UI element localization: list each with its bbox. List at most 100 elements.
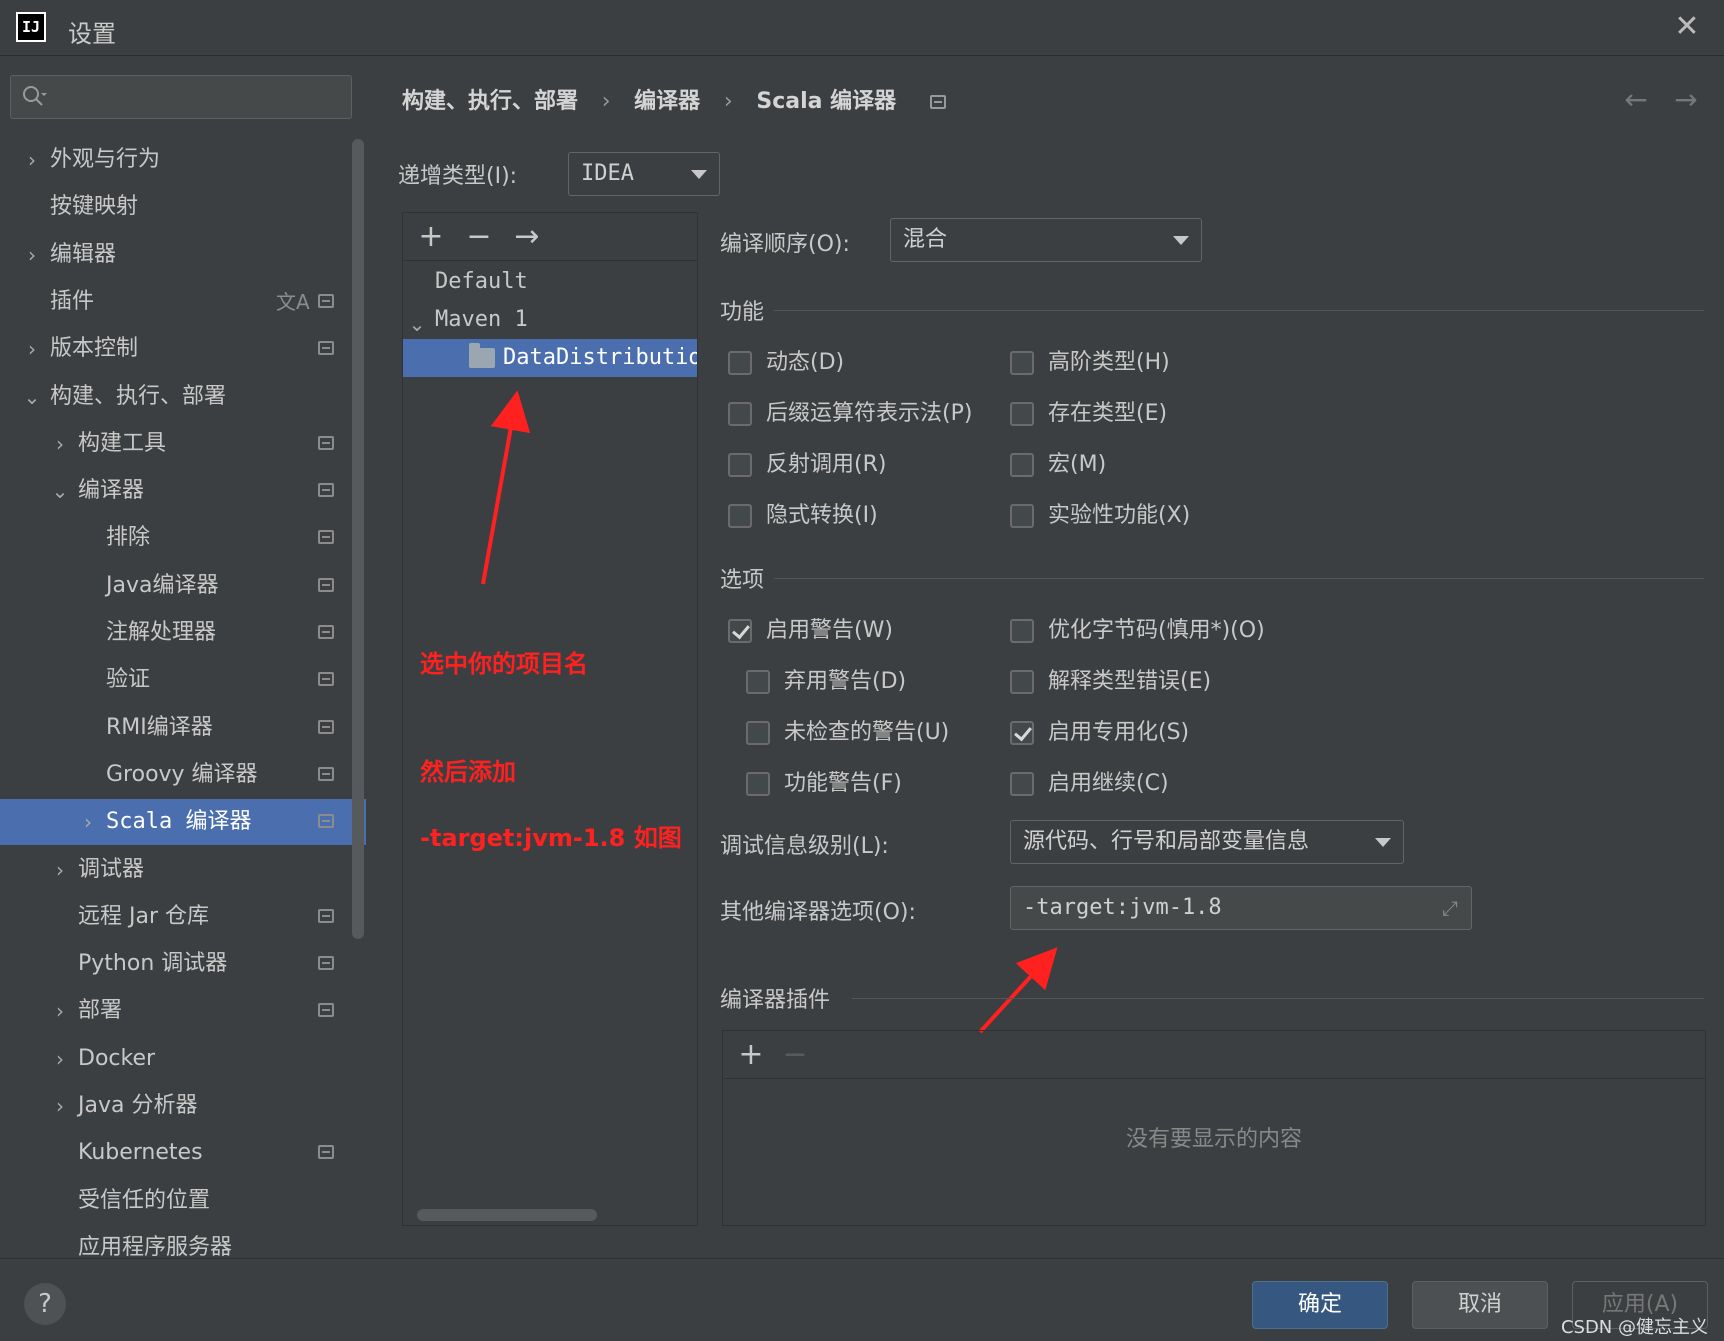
sidebar-item-build-execution-deployment[interactable]: ⌄ 构建、执行、部署 [0,374,366,420]
checkbox-unchecked-icon[interactable] [728,453,752,477]
back-arrow-icon[interactable]: ← [1618,82,1654,118]
feature-checkbox-5[interactable]: 宏(M) [1010,448,1106,482]
close-icon[interactable]: ✕ [1670,10,1704,44]
chevron-right-icon[interactable]: › [20,232,44,278]
checkbox-unchecked-icon[interactable] [1010,670,1034,694]
compile-order-dropdown[interactable]: 混合 [890,218,1202,262]
sidebar-item-kubernetes[interactable]: Kubernetes [0,1130,366,1176]
chevron-right-icon[interactable]: › [48,847,72,893]
add-plugin-button[interactable]: + [733,1037,769,1073]
expand-icon[interactable]: ⤢ [1439,897,1461,919]
forward-arrow-icon[interactable]: → [1668,82,1704,118]
option-checkbox-0[interactable]: 启用警告(W) [728,614,893,648]
profile-maven-1[interactable]: ⌄ Maven 1 [403,301,697,339]
sidebar-item-build-tools[interactable]: › 构建工具 [0,421,366,467]
incremental-type-dropdown[interactable]: IDEA [568,152,720,196]
feature-checkbox-2[interactable]: 后缀运算符表示法(P) [728,397,972,431]
option-checkbox-1[interactable]: 优化字节码(慎用*)(O) [1010,614,1265,648]
checkbox-unchecked-icon[interactable] [1010,504,1034,528]
sidebar-scrollbar[interactable] [352,139,364,939]
chevron-right-icon[interactable]: › [48,421,72,467]
feature-checkbox-3[interactable]: 存在类型(E) [1010,397,1167,431]
option-checkbox-4[interactable]: 未检查的警告(U) [746,716,949,750]
checkbox-label: 实验性功能(X) [1048,503,1191,528]
ok-button[interactable]: 确定 [1252,1281,1388,1329]
chevron-down-icon[interactable]: ⌄ [48,468,72,514]
checkbox-unchecked-icon[interactable] [728,351,752,375]
debug-level-dropdown[interactable]: 源代码、行号和局部变量信息 [1010,820,1404,864]
sidebar-item-label: RMI编译器 [106,714,213,740]
sidebar-item-plugins[interactable]: 插件 文A [0,279,366,325]
option-checkbox-5[interactable]: 启用专用化(S) [1010,716,1189,750]
chevron-right-icon[interactable]: › [76,799,100,845]
sidebar-item-compiler[interactable]: ⌄ 编译器 [0,468,366,514]
section-divider [774,310,1704,311]
sidebar-item-label: 外观与行为 [50,147,161,172]
search-box[interactable] [10,75,352,119]
sidebar-item-appearance[interactable]: › 外观与行为 [0,137,366,183]
profiles-horizontal-scrollbar[interactable] [417,1209,597,1221]
chevron-right-icon[interactable]: › [48,988,72,1034]
option-checkbox-7[interactable]: 启用继续(C) [1010,767,1169,801]
other-options-input[interactable]: -target:jvm-1.8 ⤢ [1010,886,1472,930]
remove-plugin-button[interactable]: − [777,1037,813,1073]
chevron-down-icon[interactable]: ⌄ [405,301,429,339]
chevron-right-icon[interactable]: › [48,1083,72,1129]
sidebar-item-java-compiler[interactable]: Java编译器 [0,563,366,609]
checkbox-checked-icon[interactable] [1010,721,1034,745]
remove-profile-button[interactable]: − [461,219,497,255]
sidebar-item-python-debugger[interactable]: Python 调试器 [0,941,366,987]
sidebar-item-annotation-processors[interactable]: 注解处理器 [0,610,366,656]
search-input[interactable] [57,82,337,112]
dropdown-caret-icon [1375,838,1391,847]
sidebar-item-trusted-locations[interactable]: 受信任的位置 [0,1178,366,1224]
checkbox-unchecked-icon[interactable] [728,402,752,426]
breadcrumb-item-build[interactable]: 构建、执行、部署 [402,84,578,120]
chevron-right-icon[interactable]: › [48,1036,72,1082]
option-checkbox-3[interactable]: 解释类型错误(E) [1010,665,1211,699]
breadcrumb-item-compiler[interactable]: 编译器 [634,84,700,120]
feature-checkbox-0[interactable]: 动态(D) [728,346,844,380]
sidebar-item-excludes[interactable]: 排除 [0,515,366,561]
sidebar-item-docker[interactable]: › Docker [0,1036,366,1082]
chevron-down-icon[interactable]: ⌄ [20,374,44,420]
sidebar-item-rmi-compiler[interactable]: RMI编译器 [0,705,366,751]
help-button[interactable]: ? [24,1283,66,1325]
feature-checkbox-4[interactable]: 反射调用(R) [728,448,886,482]
chevron-right-icon[interactable]: › [20,137,44,183]
project-level-icon [318,814,334,829]
checkbox-unchecked-icon[interactable] [746,772,770,796]
checkbox-unchecked-icon[interactable] [746,721,770,745]
move-profile-button[interactable]: → [509,219,545,255]
option-checkbox-6[interactable]: 功能警告(F) [746,767,902,801]
compile-order-value: 混合 [903,227,948,252]
option-checkbox-2[interactable]: 弃用警告(D) [746,665,906,699]
sidebar-item-version-control[interactable]: › 版本控制 [0,326,366,372]
sidebar-item-remote-jar-repositories[interactable]: 远程 Jar 仓库 [0,894,366,940]
features-section-title: 功能 [720,300,765,325]
profile-module-datadistribution[interactable]: DataDistributio [403,339,697,377]
feature-checkbox-1[interactable]: 高阶类型(H) [1010,346,1170,380]
feature-checkbox-7[interactable]: 实验性功能(X) [1010,499,1190,533]
add-profile-button[interactable]: + [413,219,449,255]
checkbox-checked-icon[interactable] [728,619,752,643]
sidebar-item-groovy-compiler[interactable]: Groovy 编译器 [0,752,366,798]
checkbox-unchecked-icon[interactable] [1010,619,1034,643]
sidebar-item-debugger[interactable]: › 调试器 [0,847,366,893]
profile-default[interactable]: Default [403,263,697,301]
checkbox-unchecked-icon[interactable] [1010,772,1034,796]
sidebar-item-editor[interactable]: › 编辑器 [0,232,366,278]
sidebar-item-java-profiler[interactable]: › Java 分析器 [0,1083,366,1129]
checkbox-unchecked-icon[interactable] [1010,453,1034,477]
feature-checkbox-6[interactable]: 隐式转换(I) [728,499,878,533]
cancel-button[interactable]: 取消 [1412,1281,1548,1329]
checkbox-unchecked-icon[interactable] [746,670,770,694]
sidebar-item-deployment[interactable]: › 部署 [0,988,366,1034]
sidebar-item-keymap[interactable]: 按键映射 [0,184,366,230]
checkbox-unchecked-icon[interactable] [1010,402,1034,426]
sidebar-item-validation[interactable]: 验证 [0,657,366,703]
checkbox-unchecked-icon[interactable] [1010,351,1034,375]
checkbox-unchecked-icon[interactable] [728,504,752,528]
chevron-right-icon[interactable]: › [20,326,44,372]
sidebar-item-scala-compiler[interactable]: › Scala 编译器 [0,799,366,846]
